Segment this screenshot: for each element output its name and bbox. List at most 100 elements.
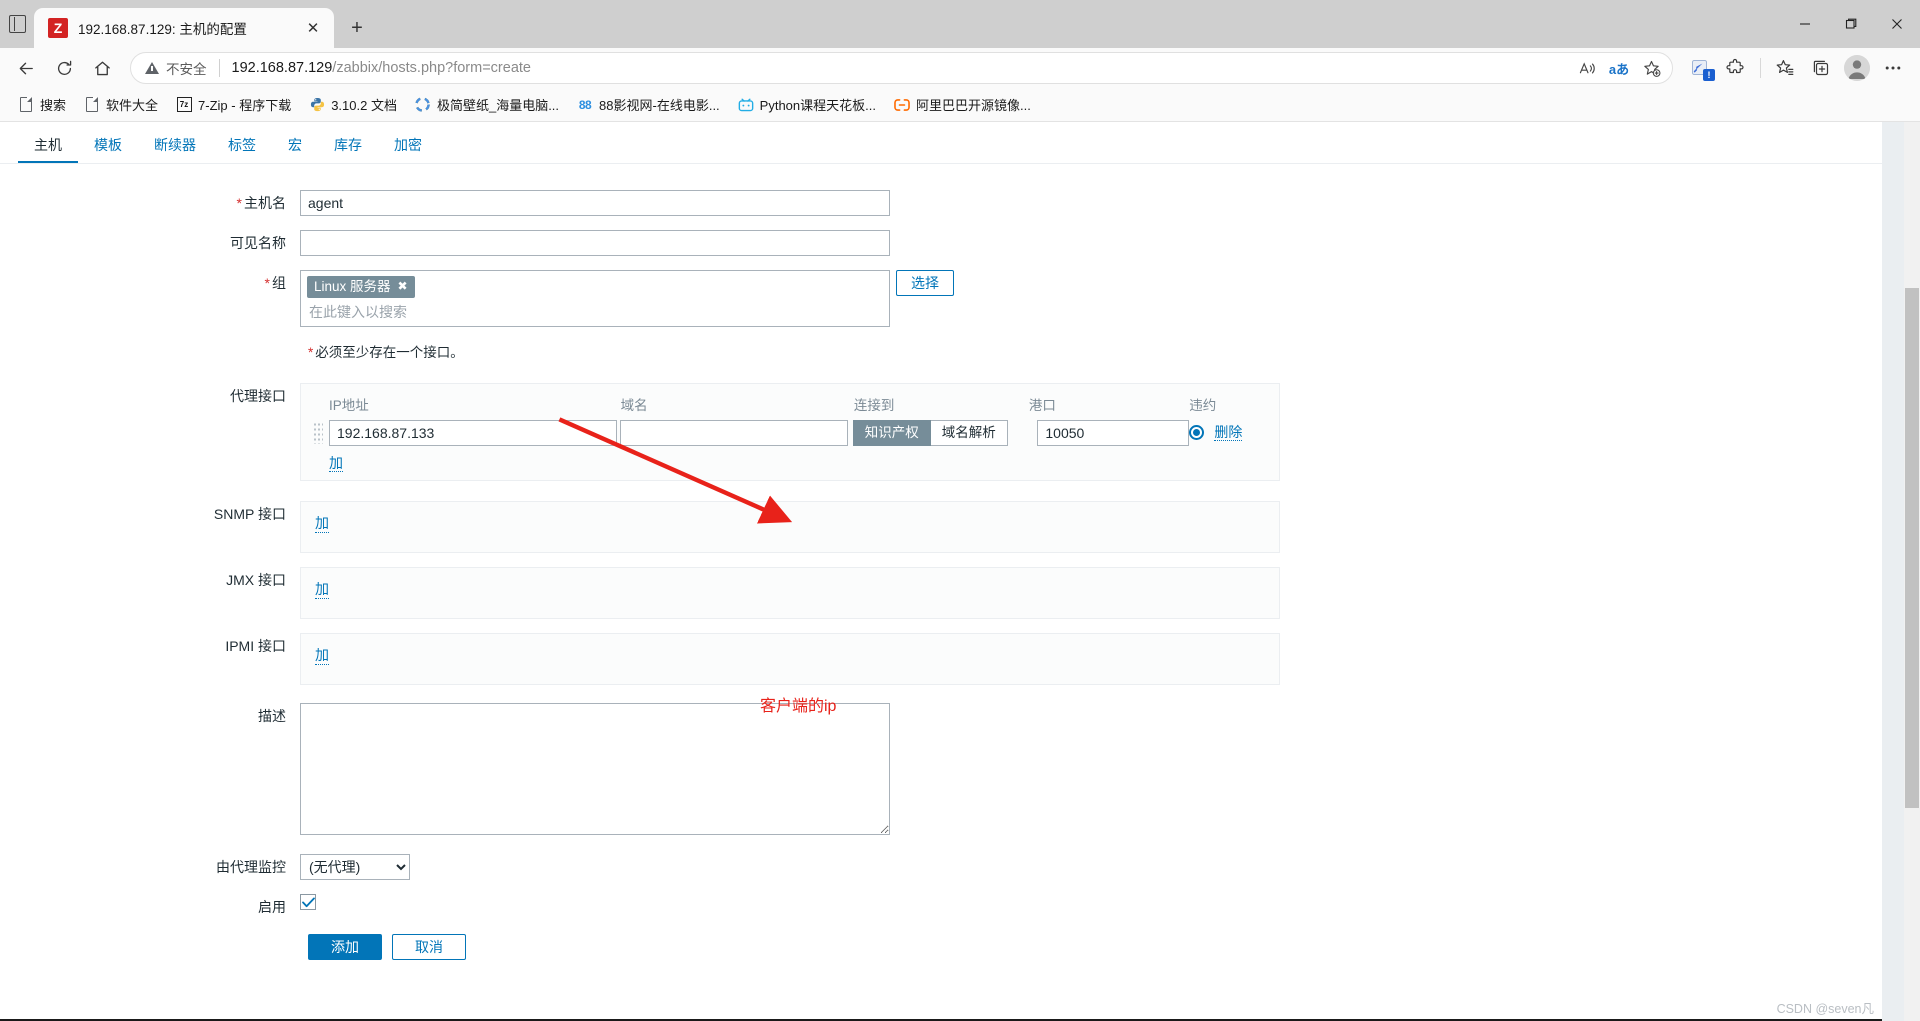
header-connect-to: 连接到 <box>853 398 895 413</box>
window-controls <box>1782 0 1920 48</box>
translate-icon[interactable]: aあ <box>1604 54 1634 82</box>
favorites-icon[interactable] <box>1768 52 1802 84</box>
hostname-input[interactable] <box>300 190 890 216</box>
group-chip[interactable]: Linux 服务器 ✖ <box>307 276 415 298</box>
bookmark-label: 阿里巴巴开源镜像... <box>915 98 1031 113</box>
groups-search-placeholder[interactable]: 在此键入以搜索 <box>307 298 883 322</box>
extension-alert-icon[interactable]: ! <box>1683 52 1717 84</box>
field-monitored-by-proxy: 由代理监控 (无代理) <box>0 854 1882 881</box>
bookmark-item[interactable]: 搜索 <box>10 91 74 118</box>
agent-interface-headers: IP地址 域名 连接到 港口 违约 <box>313 394 1267 420</box>
tab-macros[interactable]: 宏 <box>272 128 318 163</box>
zabbix-favicon-icon: Z <box>48 18 68 38</box>
bookmark-label: 极简壁纸_海量电脑... <box>436 98 560 113</box>
interface-port-input[interactable] <box>1037 420 1190 446</box>
home-icon[interactable] <box>84 52 120 84</box>
sevenzip-icon: 7z <box>176 97 192 113</box>
connect-to-dns-button[interactable]: 域名解析 <box>930 420 1008 446</box>
remove-interface-link[interactable]: 删除 <box>1214 424 1243 442</box>
bookmark-label: 88影视网-在线电影... <box>599 98 720 113</box>
bookmark-item[interactable]: 阿里巴巴开源镜像... <box>886 91 1039 118</box>
bookmark-item[interactable]: 7z 7-Zip - 程序下载 <box>168 91 299 118</box>
snmp-interface-label: SNMP 接口 <box>213 506 286 523</box>
site-security-indicator[interactable]: 不安全 <box>145 58 207 78</box>
close-tab-icon[interactable]: ✕ <box>300 15 326 41</box>
interface-ip-input[interactable] <box>329 420 617 446</box>
description-textarea[interactable] <box>300 703 890 836</box>
88-icon: 88 <box>578 97 592 112</box>
host-config-tabs: 主机 模板 断续器 标签 宏 库存 加密 <box>0 122 1882 164</box>
maximize-icon[interactable] <box>1828 0 1874 48</box>
field-ipmi-interface: IPMI 接口 加 <box>0 633 1882 686</box>
browser-tab[interactable]: Z 192.168.87.129: 主机的配置 ✕ <box>34 8 334 48</box>
default-interface-radio[interactable] <box>1189 425 1205 441</box>
close-window-icon[interactable] <box>1874 0 1920 48</box>
bilibili-icon <box>738 97 754 113</box>
bookmark-item[interactable]: 3.10.2 文档 <box>301 91 405 118</box>
profile-avatar[interactable] <box>1840 52 1874 84</box>
page-scrollbar-thumb[interactable] <box>1905 288 1919 808</box>
add-ipmi-interface-link[interactable]: 加 <box>315 648 329 665</box>
field-visible-name: 可见名称 <box>0 230 1882 256</box>
remove-group-icon[interactable]: ✖ <box>398 278 408 295</box>
address-bar[interactable]: 不安全 192.168.87.129/zabbix/hosts.php?form… <box>130 52 1673 84</box>
hostname-label: * 主机名 <box>236 195 286 211</box>
tab-discovery[interactable]: 断续器 <box>138 128 212 163</box>
field-groups: * 组 Linux 服务器 ✖ 在此键入以搜索 选择 <box>0 270 1882 327</box>
agent-interface-label: 代理接口 <box>230 388 286 404</box>
field-description: 描述 <box>0 703 1882 838</box>
browser-navbar: 不安全 192.168.87.129/zabbix/hosts.php?form… <box>0 48 1920 88</box>
aliyun-icon <box>894 97 910 113</box>
extensions-icon[interactable] <box>1719 52 1753 84</box>
read-aloud-icon[interactable] <box>1572 54 1602 82</box>
jmx-interface-box: 加 <box>300 567 1280 620</box>
add-snmp-interface-link[interactable]: 加 <box>315 516 329 533</box>
bookmark-item[interactable]: Python课程天花板... <box>730 91 884 118</box>
warning-triangle-icon <box>145 62 159 74</box>
tab-title: 192.168.87.129: 主机的配置 <box>78 22 247 37</box>
tab-encryption[interactable]: 加密 <box>378 128 438 163</box>
bookmark-label: 软件大全 <box>106 98 159 113</box>
add-jmx-interface-link[interactable]: 加 <box>315 582 329 599</box>
tab-inventory[interactable]: 库存 <box>318 128 378 163</box>
field-hostname: * 主机名 <box>0 190 1882 216</box>
python-icon <box>309 97 325 113</box>
add-favorite-icon[interactable] <box>1636 54 1666 82</box>
collections-icon[interactable] <box>1804 52 1838 84</box>
cancel-button[interactable]: 取消 <box>392 934 466 961</box>
interface-dns-input[interactable] <box>620 420 848 446</box>
page-scrollbar[interactable] <box>1904 122 1920 1021</box>
reload-icon[interactable] <box>46 52 82 84</box>
drag-handle-icon[interactable] <box>313 422 323 444</box>
document-icon <box>84 97 100 113</box>
page-right-gutter <box>1882 122 1904 1021</box>
connect-to-ip-button[interactable]: 知识产权 <box>852 420 931 446</box>
select-groups-button[interactable]: 选择 <box>896 270 954 296</box>
tab-tags[interactable]: 标签 <box>212 128 272 163</box>
ipmi-interface-box: 加 <box>300 633 1280 686</box>
extension-alert-badge: ! <box>1703 69 1715 81</box>
security-label: 不安全 <box>166 62 207 77</box>
host-form: *主机名 可见名称 *组 <box>0 164 1882 961</box>
minimize-icon[interactable] <box>1782 0 1828 48</box>
add-host-button[interactable]: 添加 <box>308 934 382 961</box>
page-viewport: 主机 模板 断续器 标签 宏 库存 加密 * 主机名 agent 可见名称 * … <box>0 122 1920 1021</box>
browser-settings-icon[interactable] <box>1876 52 1910 84</box>
tab-templates[interactable]: 模板 <box>78 128 138 163</box>
enabled-checkbox[interactable] <box>300 894 316 911</box>
agent-interface-row: 知识产权 域名解析 删除 <box>313 420 1267 446</box>
tab-host[interactable]: 主机 <box>18 128 78 163</box>
bookmark-item[interactable]: 极简壁纸_海量电脑... <box>407 91 567 118</box>
visible-name-input[interactable] <box>300 230 890 256</box>
document-icon <box>18 97 34 113</box>
bookmark-item[interactable]: 88 88影视网-在线电影... <box>569 91 728 118</box>
interface-required-hint: * 必须至少存在一个接口。 <box>308 345 464 360</box>
tab-list-button[interactable] <box>0 0 34 48</box>
add-agent-interface-link[interactable]: 加 <box>329 455 343 473</box>
group-chip-label: Linux 服务器 <box>314 279 391 294</box>
monitored-by-proxy-select[interactable]: (无代理) <box>300 854 410 881</box>
new-tab-button[interactable]: + <box>340 11 374 45</box>
bookmark-item[interactable]: 软件大全 <box>76 91 166 118</box>
back-icon[interactable] <box>8 52 44 84</box>
groups-multiselect[interactable]: Linux 服务器 ✖ 在此键入以搜索 <box>300 270 890 327</box>
